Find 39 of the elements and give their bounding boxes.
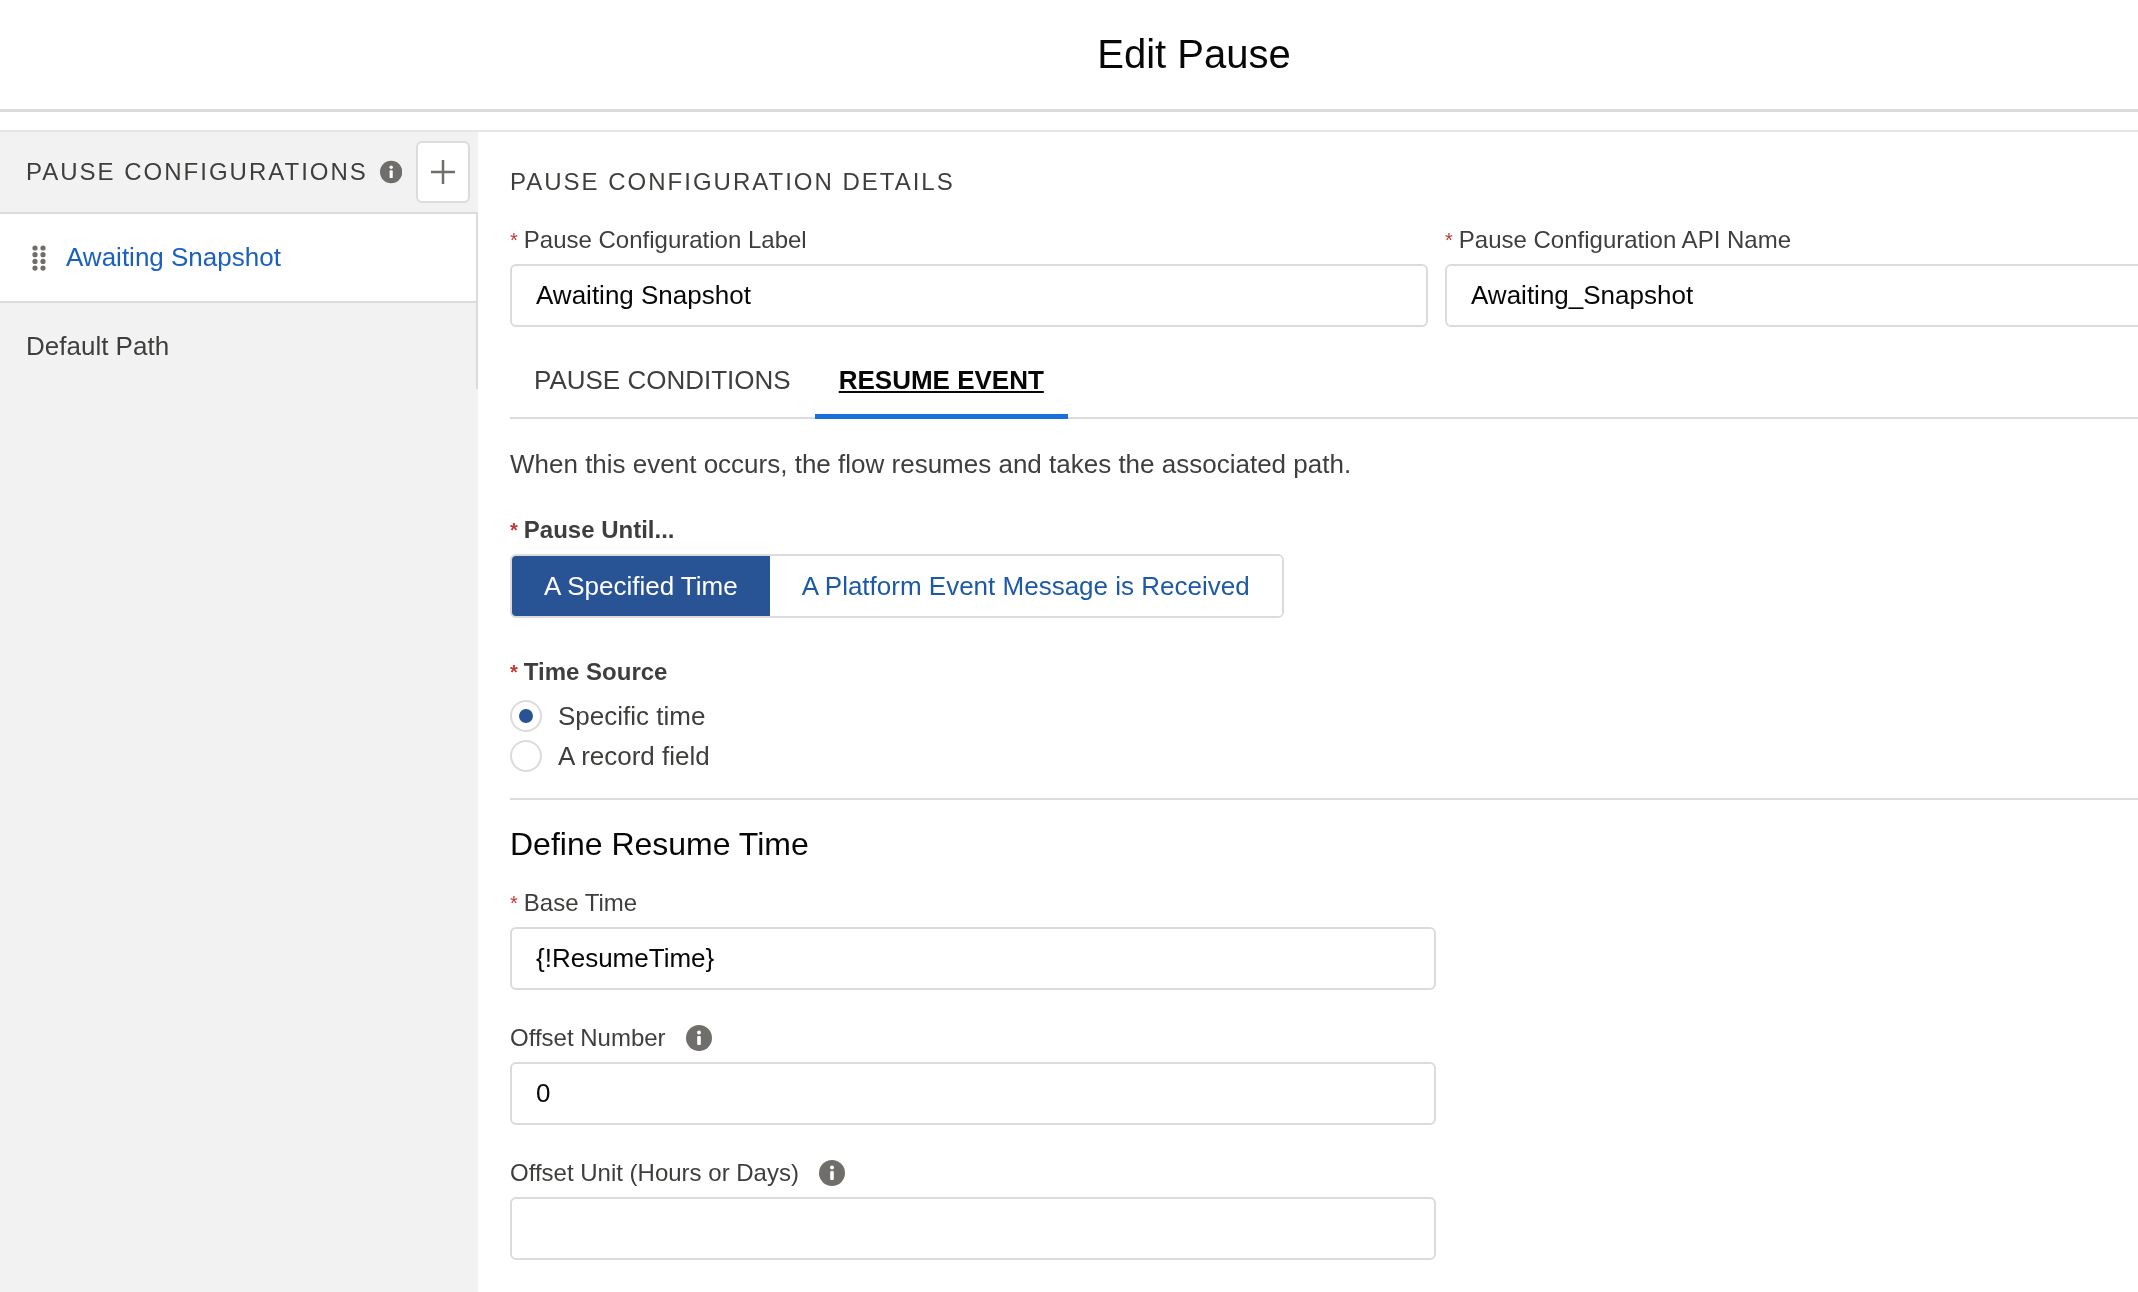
field-label: Offset Unit (Hours or Days) [510,1159,799,1187]
text-field[interactable] [510,1197,1436,1260]
required-mark: * [510,891,518,915]
radio-button[interactable] [510,700,542,732]
sidebar-item[interactable]: Awaiting Snapshot [0,214,476,303]
text-field[interactable]: 0 [510,1062,1436,1125]
sidebar-item[interactable]: Default Path [0,303,476,389]
description-text: When this event occurs, the flow resumes and takes the associated path. [510,449,1353,480]
field-label: Offset Number [510,1024,666,1052]
plus-icon [429,158,458,186]
required-mark: * [1445,228,1453,252]
window-title: Edit Pause [1096,32,1291,77]
field-label: Pause Until... [523,516,675,544]
section-heading: Define Resume Time [510,826,810,863]
field-label: Base Time [523,889,638,917]
required-mark: * [510,228,518,252]
radio-button[interactable] [510,740,542,772]
tab[interactable]: PAUSE CONDITIONS [510,351,815,419]
field-label: Pause Configuration API Name [1458,226,1791,254]
radio-label: Specific time [558,700,706,732]
required-mark: * [510,518,518,542]
text-field[interactable]: Awaiting_Snapshot [1445,264,2138,327]
field-label: Time Source [523,658,668,686]
info-icon[interactable] [379,159,403,185]
drag-handle-icon[interactable] [32,244,46,271]
add-button[interactable] [416,141,470,203]
toggle-option[interactable]: A Specified Time [512,556,770,616]
info-icon[interactable] [818,1160,845,1186]
sidebar-item-label: Awaiting Snapshot [66,242,281,273]
sidebar-item-label: Default Path [26,330,170,362]
section-title: PAUSE CONFIGURATION DETAILS [510,168,956,196]
text-field[interactable]: Awaiting Snapshot [510,264,1428,327]
text-field[interactable]: {!ResumeTime} [510,927,1436,990]
required-mark: * [510,660,518,684]
radio-label: A record field [558,740,710,772]
field-label: Pause Configuration Label [523,226,807,254]
info-icon[interactable] [685,1025,712,1051]
tab[interactable]: RESUME EVENT [814,351,1068,419]
sidebar-title: PAUSE CONFIGURATIONS [26,158,368,186]
